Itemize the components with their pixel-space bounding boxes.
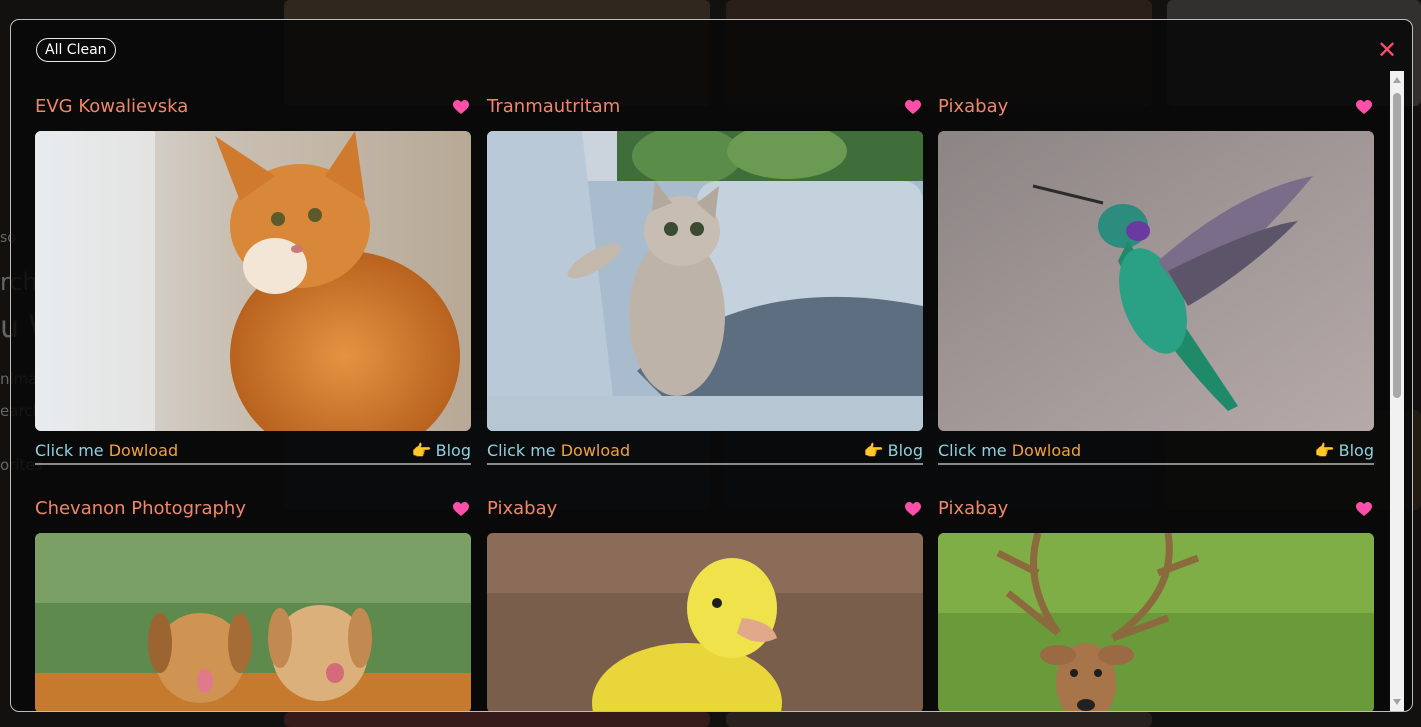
blog-link[interactable]: 👉 Blog xyxy=(412,441,471,460)
blog-label: Blog xyxy=(435,441,471,460)
download-label[interactable]: Dowload xyxy=(109,441,178,460)
close-icon[interactable]: ✕ xyxy=(1377,38,1397,62)
click-me-label: Click me xyxy=(938,441,1012,460)
photographer-name: Pixabay xyxy=(938,96,1009,117)
card-footer: Click me Dowload 👉 Blog xyxy=(35,439,471,465)
download-label[interactable]: Dowload xyxy=(561,441,630,460)
heart-icon[interactable] xyxy=(453,502,469,517)
card-header: EVG Kowalievska xyxy=(35,96,471,120)
photographer-name: Pixabay xyxy=(938,498,1009,519)
all-clean-button[interactable]: All Clean xyxy=(36,38,116,62)
card-header: Pixabay xyxy=(938,498,1374,522)
heart-icon[interactable] xyxy=(905,502,921,517)
scroll-down-arrow-icon[interactable] xyxy=(1393,699,1401,705)
puppies-photo[interactable] xyxy=(35,533,471,711)
blog-label: Blog xyxy=(1338,441,1374,460)
hummingbird-photo[interactable] xyxy=(938,131,1374,431)
scrollbar-thumb[interactable] xyxy=(1393,93,1401,398)
card-header: Chevanon Photography xyxy=(35,498,471,522)
download-link[interactable]: Click me Dowload xyxy=(938,441,1081,460)
blog-link[interactable]: 👉 Blog xyxy=(1315,441,1374,460)
card-header: Tranmautritam xyxy=(487,96,923,120)
photographer-name: Tranmautritam xyxy=(487,96,621,117)
heart-icon[interactable] xyxy=(453,100,469,115)
card-header: Pixabay xyxy=(487,498,923,522)
photographer-name: Chevanon Photography xyxy=(35,498,246,519)
heart-icon[interactable] xyxy=(1356,100,1372,115)
download-link[interactable]: Click me Dowload xyxy=(487,441,630,460)
duckling-photo[interactable] xyxy=(487,533,923,711)
click-me-label: Click me xyxy=(35,441,109,460)
pointing-hand-icon: 👉 xyxy=(411,441,432,460)
favorites-modal: All Clean ✕ EVG Kowalievska Click me Dow… xyxy=(10,19,1413,712)
kitten-on-sofa-photo[interactable] xyxy=(487,131,923,431)
download-link[interactable]: Click me Dowload xyxy=(35,441,178,460)
photographer-name: EVG Kowalievska xyxy=(35,96,189,117)
photo-card: Tranmautritam Click me Dowload 👉 Blog xyxy=(487,96,923,465)
blog-label: Blog xyxy=(887,441,923,460)
heart-icon[interactable] xyxy=(905,100,921,115)
photographer-name: Pixabay xyxy=(487,498,558,519)
photo-card: EVG Kowalievska Click me Dowload 👉 Blog xyxy=(35,96,471,465)
blog-link[interactable]: 👉 Blog xyxy=(864,441,923,460)
photo-card: Pixabay xyxy=(487,498,923,711)
photo-card: Chevanon Photography xyxy=(35,498,471,711)
scrollbar[interactable] xyxy=(1390,71,1404,711)
orange-cat-photo[interactable] xyxy=(35,131,471,431)
pointing-hand-icon: 👉 xyxy=(1314,441,1335,460)
download-label[interactable]: Dowload xyxy=(1012,441,1081,460)
scroll-up-arrow-icon[interactable] xyxy=(1393,77,1401,83)
card-header: Pixabay xyxy=(938,96,1374,120)
deer-photo[interactable] xyxy=(938,533,1374,711)
card-footer: Click me Dowload 👉 Blog xyxy=(938,439,1374,465)
heart-icon[interactable] xyxy=(1356,502,1372,517)
pointing-hand-icon: 👉 xyxy=(863,441,884,460)
click-me-label: Click me xyxy=(487,441,561,460)
photo-card: Pixabay Click me Dowload 👉 Blog xyxy=(938,96,1374,465)
photo-card: Pixabay xyxy=(938,498,1374,711)
card-footer: Click me Dowload 👉 Blog xyxy=(487,439,923,465)
